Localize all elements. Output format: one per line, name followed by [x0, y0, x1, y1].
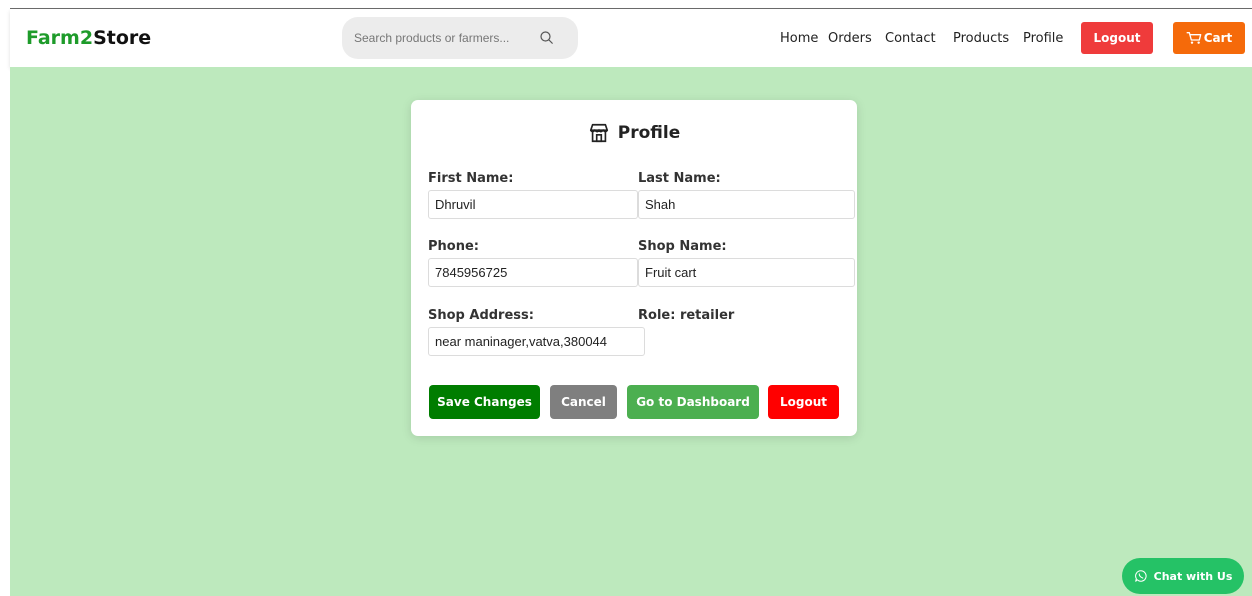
- cart-icon: [1186, 31, 1202, 44]
- phone-label: Phone:: [428, 239, 479, 254]
- cart-button[interactable]: Cart: [1173, 22, 1245, 54]
- nav-link-contact[interactable]: Contact: [885, 31, 936, 46]
- cart-label: Cart: [1203, 31, 1233, 45]
- nav-link-profile[interactable]: Profile: [1023, 31, 1063, 46]
- last-name-field[interactable]: [638, 190, 855, 219]
- logo[interactable]: Farm2Store: [26, 27, 151, 49]
- profile-card: Profile First Name: Last Name: Phone: Sh…: [411, 100, 857, 436]
- last-name-label: Last Name:: [638, 171, 721, 186]
- chat-with-us-button[interactable]: Chat with Us: [1122, 558, 1244, 594]
- nav-link-products[interactable]: Products: [953, 31, 1009, 46]
- profile-title-text: Profile: [617, 123, 681, 143]
- shop-address-label: Shop Address:: [428, 308, 534, 323]
- store-icon: [589, 123, 608, 143]
- logo-part-store: Store: [93, 27, 152, 49]
- go-to-dashboard-button[interactable]: Go to Dashboard: [627, 385, 759, 419]
- phone-field[interactable]: [428, 258, 638, 287]
- whatsapp-icon: [1134, 570, 1147, 582]
- first-name-field[interactable]: [428, 190, 638, 219]
- search-icon[interactable]: [538, 29, 556, 47]
- search-input[interactable]: [354, 28, 534, 48]
- nav-link-orders[interactable]: Orders: [828, 31, 872, 46]
- shop-address-field[interactable]: [428, 327, 645, 356]
- navbar: Farm2Store Home Orders Contact Products …: [10, 9, 1252, 67]
- nav-link-home[interactable]: Home: [780, 31, 818, 46]
- shop-name-label: Shop Name:: [638, 239, 727, 254]
- cancel-button[interactable]: Cancel: [550, 385, 617, 419]
- role-value: retailer: [679, 308, 735, 323]
- logout-button[interactable]: Logout: [768, 385, 839, 419]
- search-bar: [342, 17, 578, 59]
- first-name-label: First Name:: [428, 171, 514, 186]
- profile-title: Profile: [411, 122, 857, 144]
- logo-part-farm2: Farm2: [26, 27, 94, 49]
- header-logout-button[interactable]: Logout: [1081, 22, 1153, 54]
- save-changes-button[interactable]: Save Changes: [429, 385, 540, 419]
- role-display: Role: retailer: [638, 308, 734, 323]
- chat-label: Chat with Us: [1153, 569, 1233, 583]
- shop-name-field[interactable]: [638, 258, 855, 287]
- role-label: Role:: [638, 308, 676, 323]
